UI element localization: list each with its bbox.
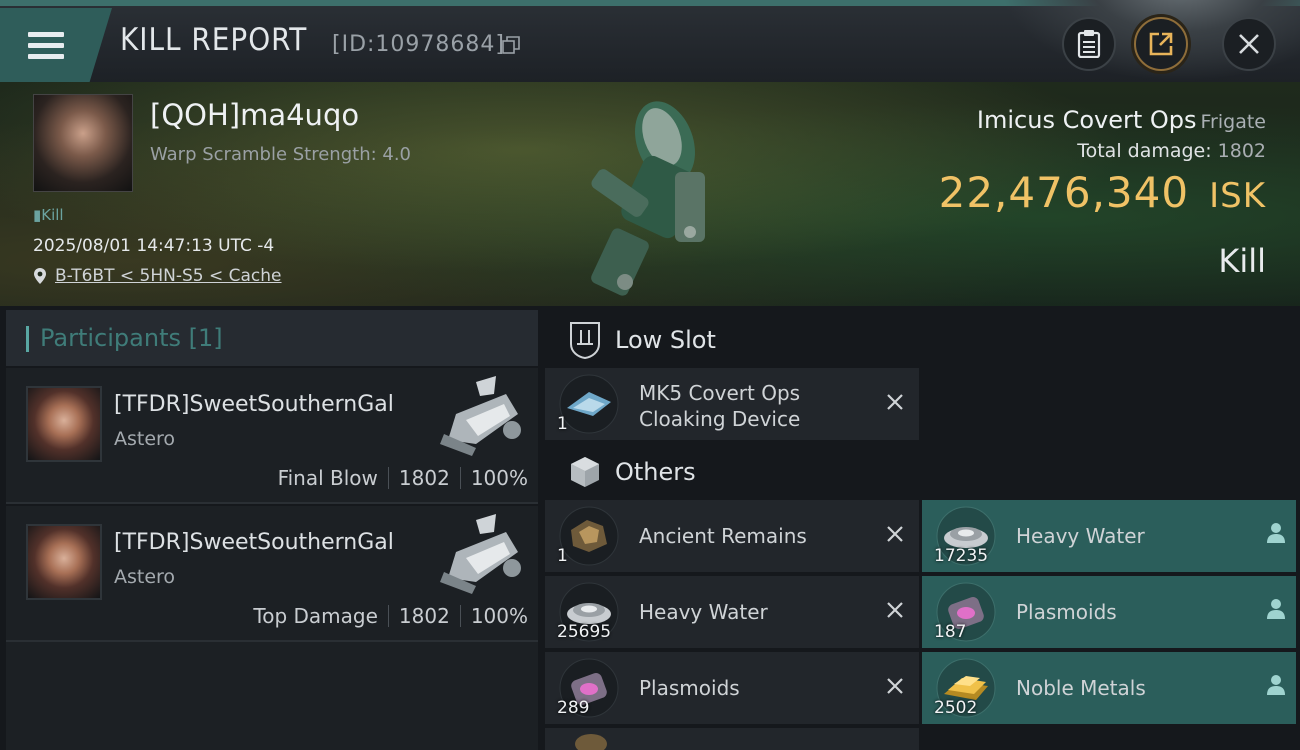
participant-row[interactable]: [TFDR]SweetSouthernGal Astero Final Blow… — [6, 368, 538, 504]
cloaking-device-icon — [559, 374, 619, 434]
kill-tag: ▮Kill — [33, 206, 64, 224]
item-quantity: 187 — [934, 622, 967, 642]
victim-avatar[interactable] — [33, 94, 133, 192]
copy-icon[interactable] — [502, 36, 520, 54]
participant-ship: Astero — [114, 566, 176, 588]
low-slot-icon — [561, 316, 609, 364]
item-others-5[interactable]: 2502 Noble Metals — [922, 652, 1296, 724]
kill-report-screen: KILL REPORT [ID:10978684] [QOH]ma4uqo Wa… — [0, 0, 1300, 750]
hamburger-icon — [28, 32, 64, 62]
partial-item-icon — [575, 734, 607, 750]
kill-id: [ID:10978684] — [332, 32, 505, 57]
ancient-remains-icon — [559, 506, 619, 566]
item-name: Plasmoids — [1016, 600, 1117, 624]
destroyed-icon — [881, 520, 909, 548]
participant-row[interactable]: [TFDR]SweetSouthernGal Astero Top Damage… — [6, 506, 538, 642]
clipboard-button[interactable] — [1062, 17, 1116, 71]
item-others-4[interactable]: 289 Plasmoids — [545, 652, 919, 724]
item-others-0[interactable]: 1 Ancient Remains — [545, 500, 919, 572]
participants-title: Participants [1] — [40, 324, 223, 352]
kill-datetime: 2025/08/01 14:47:13 UTC -4 — [33, 236, 275, 256]
item-name: Ancient Remains — [639, 524, 807, 548]
low-slot-label: Low Slot — [615, 326, 716, 354]
participant-avatar[interactable] — [26, 386, 102, 462]
top-bar: KILL REPORT [ID:10978684] — [0, 0, 1300, 82]
item-quantity: 25695 — [557, 622, 612, 642]
participant-name: [TFDR]SweetSouthernGal — [114, 530, 394, 555]
person-icon — [1267, 523, 1285, 543]
menu-button[interactable] — [0, 8, 112, 82]
participant-percent: 100% — [470, 466, 528, 490]
page-title: KILL REPORT — [120, 22, 308, 58]
item-name: Noble Metals — [1016, 676, 1146, 700]
item-others-1[interactable]: 17235 Heavy Water — [922, 500, 1296, 572]
item-name: Heavy Water — [1016, 524, 1145, 548]
victim-name[interactable]: [QOH]ma4uqo — [150, 98, 359, 132]
item-quantity: 1 — [557, 414, 568, 434]
destroyed-icon — [881, 672, 909, 700]
result-label: Kill — [1218, 242, 1266, 280]
total-damage: Total damage: 1802 — [1077, 140, 1266, 162]
item-quantity: 1 — [557, 546, 568, 566]
victim-ship-name[interactable]: Imicus Covert Ops Frigate — [977, 106, 1266, 134]
clipboard-icon — [1077, 30, 1101, 58]
participant-ship-image — [440, 514, 521, 594]
close-icon — [1239, 34, 1259, 54]
item-others-partial[interactable] — [545, 728, 919, 750]
participants-list-end — [6, 642, 538, 750]
others-header: Others — [545, 442, 1295, 502]
others-label: Others — [615, 458, 696, 486]
victim-summary: [QOH]ma4uqo Warp Scramble Strength: 4.0 … — [0, 82, 1300, 306]
item-low-slot-0[interactable]: 1 MK5 Covert Ops Cloaking Device — [545, 368, 919, 440]
location-pin-icon — [34, 268, 46, 284]
share-button[interactable] — [1134, 17, 1188, 71]
item-others-3[interactable]: 187 Plasmoids — [922, 576, 1296, 648]
participant-stats: Final Blow 1802 100% — [278, 466, 528, 490]
kill-location[interactable]: B-T6BT < 5HN-S5 < Cache — [33, 266, 282, 286]
item-quantity: 17235 — [934, 546, 989, 566]
person-icon — [1267, 675, 1285, 695]
item-quantity: 2502 — [934, 698, 978, 718]
participant-name: [TFDR]SweetSouthernGal — [114, 392, 394, 417]
participant-percent: 100% — [470, 604, 528, 628]
cube-icon — [561, 448, 609, 496]
victim-ship-image[interactable] — [570, 82, 750, 302]
participants-header: Participants [1] — [6, 310, 538, 366]
warp-scramble-strength: Warp Scramble Strength: 4.0 — [150, 144, 412, 165]
item-others-2[interactable]: 25695 Heavy Water — [545, 576, 919, 648]
person-icon — [1267, 599, 1285, 619]
participant-damage: 1802 — [398, 466, 450, 490]
external-link-icon — [1149, 32, 1173, 56]
location-link[interactable]: B-T6BT < 5HN-S5 < Cache — [55, 266, 282, 286]
participant-damage: 1802 — [398, 604, 450, 628]
destroyed-icon — [881, 388, 909, 416]
item-name: Plasmoids — [639, 676, 740, 700]
item-quantity: 289 — [557, 698, 590, 718]
isk-value: 22,476,340 ISK — [938, 168, 1266, 217]
destroyed-icon — [881, 596, 909, 624]
participant-ship: Astero — [114, 428, 176, 450]
participant-stats: Top Damage 1802 100% — [253, 604, 528, 628]
close-button[interactable] — [1222, 17, 1276, 71]
item-name: MK5 Covert Ops Cloaking Device — [639, 381, 801, 431]
participant-role: Top Damage — [253, 604, 378, 628]
participant-role: Final Blow — [277, 466, 378, 490]
item-name: Heavy Water — [639, 600, 768, 624]
participant-avatar[interactable] — [26, 524, 102, 600]
low-slot-header: Low Slot — [545, 310, 1295, 370]
participant-ship-image — [440, 376, 521, 456]
